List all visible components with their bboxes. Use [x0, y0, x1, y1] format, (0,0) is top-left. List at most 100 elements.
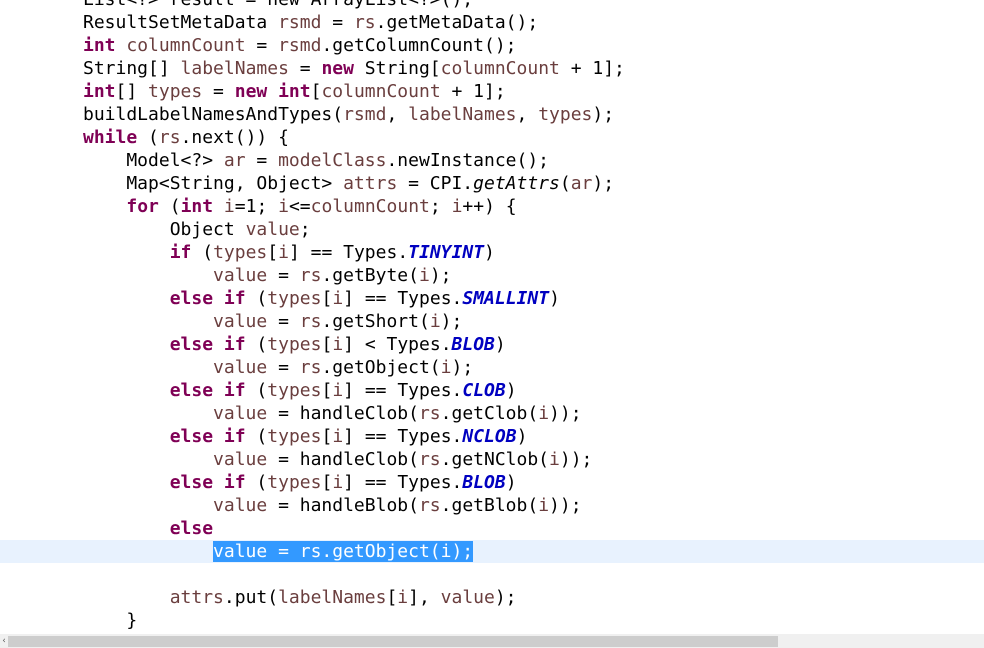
code-token: i	[538, 495, 550, 516]
code-line[interactable]: else if (types[i] == Types.SMALLINT)	[0, 287, 984, 310]
code-line[interactable]: else if (types[i] == Types.NCLOB)	[0, 425, 984, 448]
code-line[interactable]: value = handleClob(rs.getClob(i));	[0, 402, 984, 425]
code-token: String[	[353, 58, 441, 79]
code-token: String[]	[83, 58, 181, 79]
code-token: else	[169, 518, 214, 539]
code-token: List<?> result = new ArrayList<?>();	[83, 0, 473, 10]
code-line[interactable]: String[] labelNames = new String[columnC…	[0, 57, 984, 80]
code-line[interactable]: Model<?> ar = modelClass.newInstance();	[0, 149, 984, 172]
code-token: ));	[549, 403, 582, 424]
code-token: );	[592, 104, 615, 125]
code-token: ar	[570, 173, 593, 194]
code-token: rs	[418, 495, 441, 516]
code-line[interactable]: value = rs.getByte(i);	[0, 264, 984, 287]
code-token: int	[278, 81, 311, 102]
code-line[interactable]: }	[0, 609, 984, 632]
code-token: if	[223, 288, 246, 309]
code-line[interactable]: else	[0, 517, 984, 540]
code-line[interactable]: Object value;	[0, 218, 984, 241]
code-token: if	[169, 242, 192, 263]
code-token: i	[538, 403, 550, 424]
code-line[interactable]: while (rs.next()) {	[0, 126, 984, 149]
code-token: columnCount	[440, 58, 560, 79]
code-token: (	[245, 288, 268, 309]
code-token: ] == Types.	[343, 380, 463, 401]
code-line[interactable]: value = rs.getObject(i);	[0, 540, 984, 563]
code-line[interactable]: int[] types = new int[columnCount + 1];	[0, 80, 984, 103]
code-line[interactable]: List<?> result = new ArrayList<?>();	[0, 0, 984, 11]
code-token: i	[418, 265, 430, 286]
code-line[interactable]: else if (types[i] == Types.BLOB)	[0, 471, 984, 494]
code-token: value	[440, 587, 495, 608]
scroll-left-icon[interactable]: ‹	[0, 634, 8, 648]
code-token: )	[484, 242, 495, 263]
code-token: value	[213, 495, 268, 516]
code-token: types	[213, 242, 268, 263]
scrollbar-thumb[interactable]	[8, 636, 778, 647]
code-token: (	[245, 472, 268, 493]
code-token: columnCount	[321, 81, 441, 102]
code-line[interactable]: for (int i=1; i<=columnCount; i++) {	[0, 195, 984, 218]
code-token: ResultSetMetaData	[83, 12, 279, 33]
code-token: )	[494, 334, 506, 355]
code-token: );	[494, 587, 517, 608]
code-line[interactable]: int columnCount = rsmd.getColumnCount();	[0, 34, 984, 57]
code-token: );	[440, 311, 463, 332]
horizontal-scrollbar[interactable]: ‹	[0, 634, 984, 648]
code-token: types	[267, 288, 322, 309]
code-token: attrs	[169, 587, 224, 608]
code-token: + 1];	[559, 58, 625, 79]
code-token: ,	[516, 104, 539, 125]
selected-text: value = rs.getObject(i);	[213, 541, 474, 562]
code-line[interactable]: buildLabelNamesAndTypes(rsmd, labelNames…	[0, 103, 984, 126]
code-token: (	[245, 380, 268, 401]
code-token: i	[440, 357, 452, 378]
code-token: =	[267, 311, 300, 332]
code-token: )	[549, 288, 560, 309]
code-token: [	[321, 472, 333, 493]
code-token: =	[245, 150, 279, 171]
code-token: else	[169, 380, 214, 401]
code-line[interactable]: value = handleBlob(rs.getBlob(i));	[0, 494, 984, 517]
code-token: = handleBlob(	[267, 495, 419, 516]
code-line[interactable]	[0, 563, 984, 586]
code-token: value	[213, 265, 268, 286]
code-token: attrs	[343, 173, 398, 194]
code-token: BLOB	[451, 334, 495, 355]
code-token: i	[332, 426, 344, 447]
code-token: [	[321, 334, 333, 355]
code-line[interactable]: ResultSetMetaData rsmd = rs.getMetaData(…	[0, 11, 984, 34]
code-line[interactable]: attrs.put(labelNames[i], value);	[0, 586, 984, 609]
code-token: ] < Types.	[343, 334, 452, 355]
code-line[interactable]: Map<String, Object> attrs = CPI.getAttrs…	[0, 172, 984, 195]
code-token: value	[213, 311, 268, 332]
code-token: rs	[418, 403, 441, 424]
code-token: ));	[559, 449, 593, 470]
code-line[interactable]: value = rs.getObject(i);	[0, 356, 984, 379]
code-line[interactable]: value = rs.getShort(i);	[0, 310, 984, 333]
code-line[interactable]: if (types[i] == Types.TINYINT)	[0, 241, 984, 264]
code-token: for	[126, 196, 159, 217]
code-token: =	[267, 265, 300, 286]
code-editor[interactable]: List<?> result = new ArrayList<?>();Resu…	[0, 0, 984, 634]
code-line[interactable]: value = handleClob(rs.getNClob(i));	[0, 448, 984, 471]
code-token: if	[223, 472, 246, 493]
code-token: ;	[299, 219, 311, 240]
code-line[interactable]: else if (types[i] == Types.CLOB)	[0, 379, 984, 402]
code-token: types	[267, 380, 322, 401]
code-line[interactable]: else if (types[i] < Types.BLOB)	[0, 333, 984, 356]
code-token: .getClob(	[440, 403, 539, 424]
